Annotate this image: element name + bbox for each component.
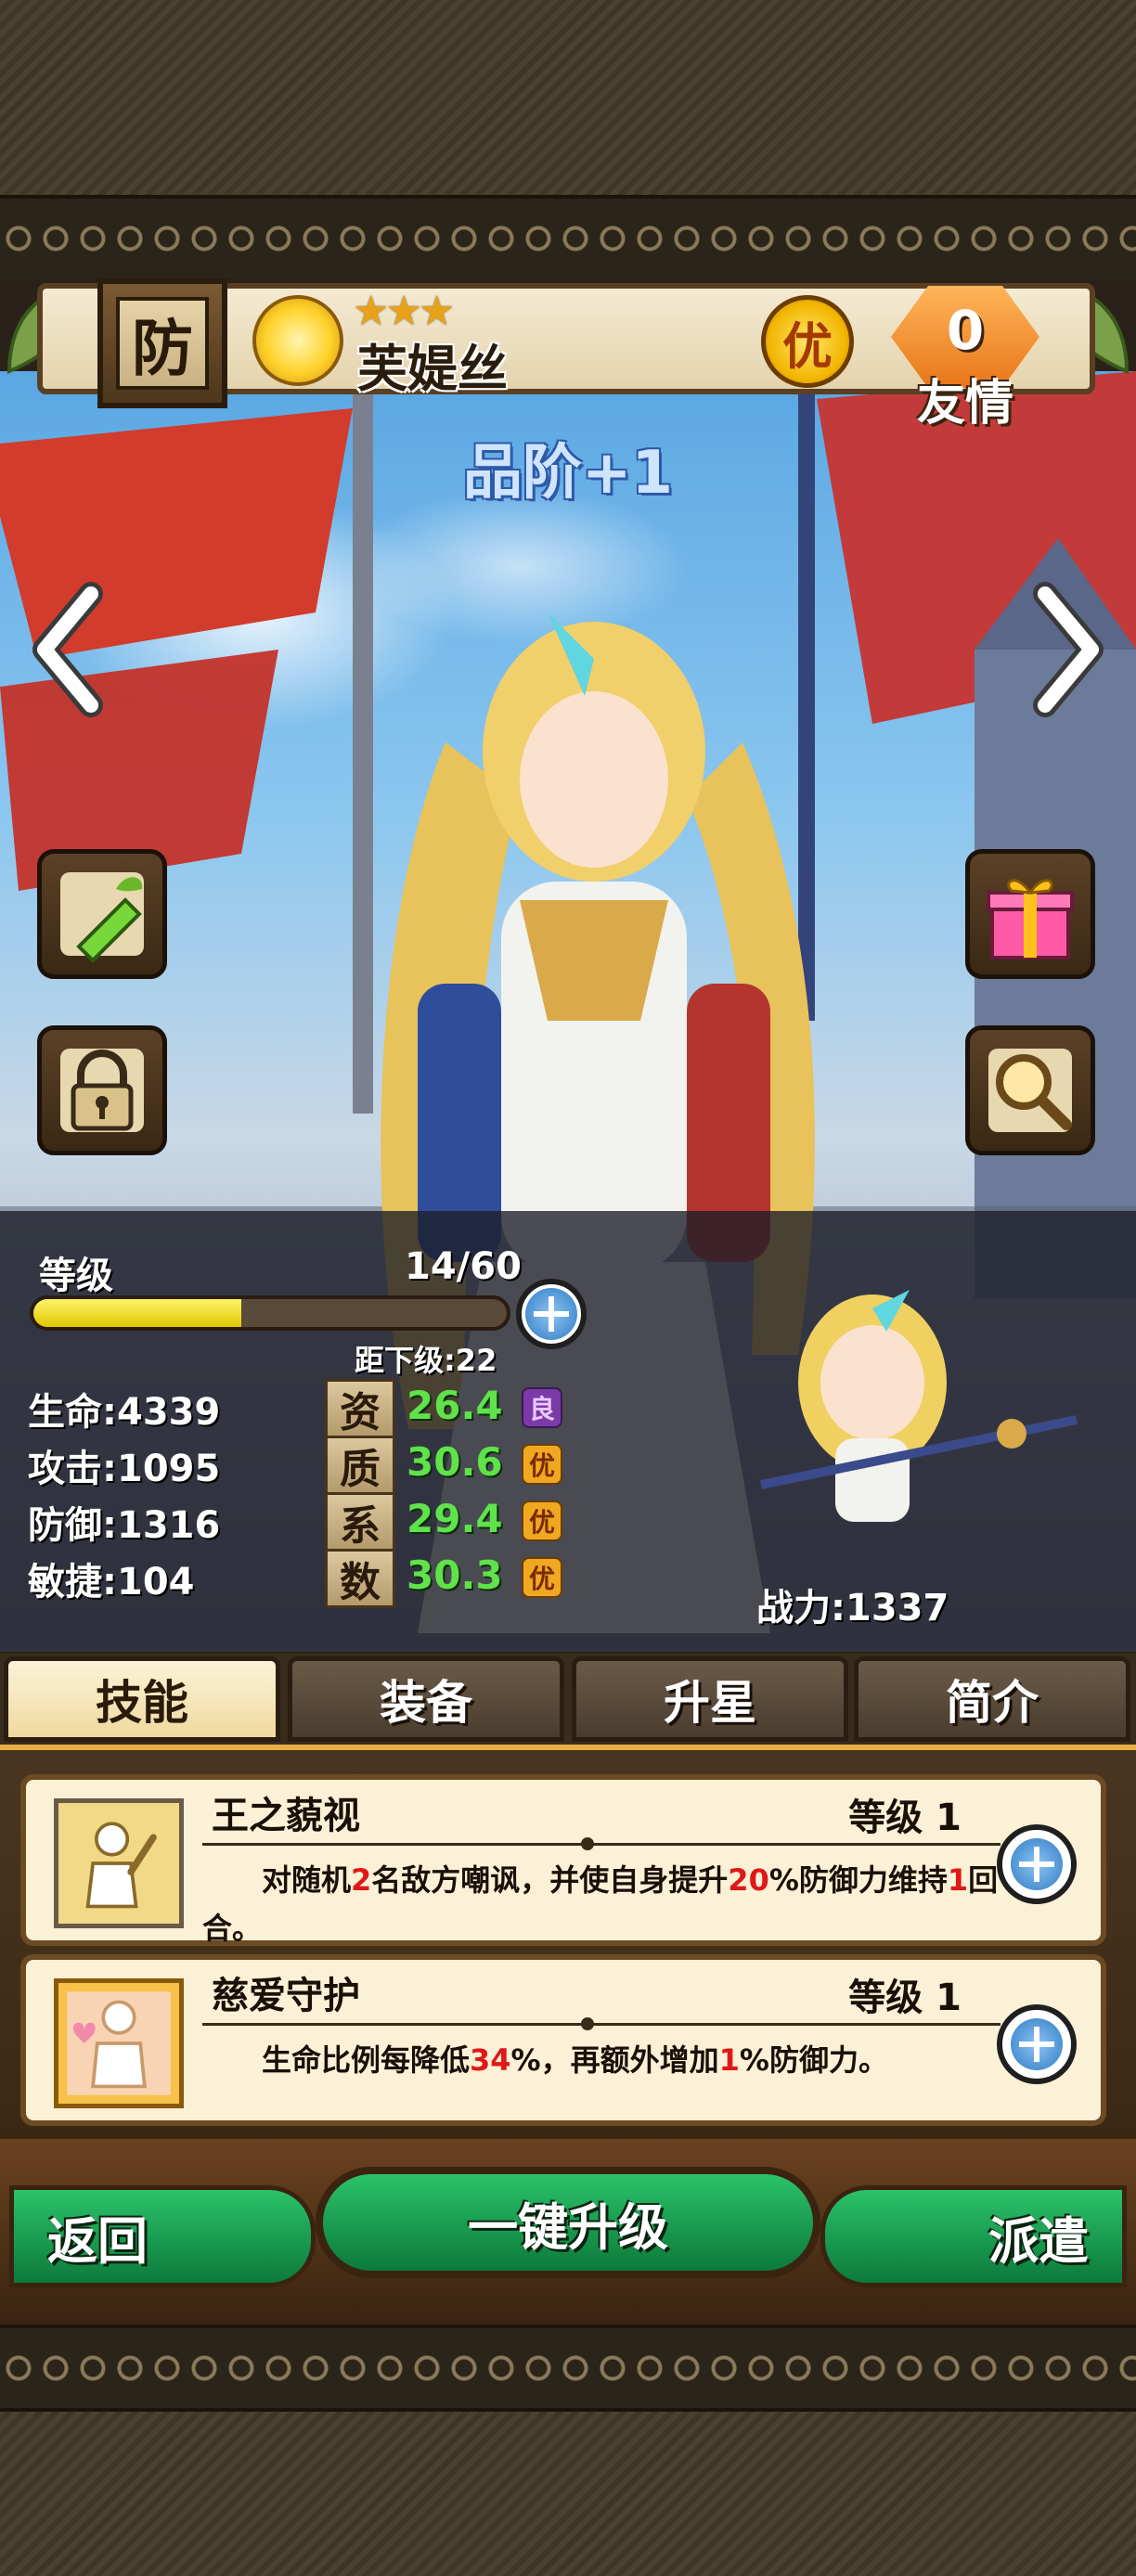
friendship-count: 0 <box>946 299 985 362</box>
stat-hp: 生命:4339 <box>28 1391 221 1434</box>
level-progress-fill <box>33 1299 242 1327</box>
lock-button[interactable] <box>37 1025 167 1155</box>
plus-icon <box>1011 1838 1063 1890</box>
aptitude-char: 质 <box>325 1436 395 1495</box>
combat-power: 战力:1337 <box>756 1587 949 1629</box>
skill-desc-number: 1 <box>718 2042 740 2078</box>
skill-card: 王之藐视 等级 1 对随机2名敌方嘲讽，并使自身提升20%防御力维持1回合。 <box>20 1774 1106 1946</box>
aptitude-grade-badge: 优 <box>522 1557 562 1598</box>
skill-desc-number: 20 <box>728 1862 769 1898</box>
plus-icon <box>525 1288 577 1340</box>
level-label: 等级 <box>39 1255 113 1297</box>
dispatch-button[interactable]: 派遣 <box>820 2185 1127 2287</box>
skill-card: 慈爱守护 等级 1 生命比例每降低34%，再额外增加1%防御力。 <box>20 1954 1106 2126</box>
level-value: 14/60 <box>405 1245 522 1288</box>
stat-defense: 防御:1316 <box>28 1504 221 1547</box>
chevron-right-icon[interactable] <box>1026 580 1110 719</box>
skill-desc-number: 2 <box>351 1862 372 1898</box>
aptitude-value: 29.4 <box>407 1496 503 1541</box>
aptitude-value: 26.4 <box>407 1383 503 1428</box>
friendship-label: 友情 <box>916 376 1013 431</box>
skill-desc-number: 34 <box>470 2042 511 2078</box>
quality-badge: 优 <box>761 295 854 388</box>
magnifier-icon <box>988 1049 1072 1132</box>
back-button[interactable]: 返回 <box>9 2185 316 2287</box>
skill-desc-number: 1 <box>947 1862 969 1898</box>
upgrade-all-button[interactable]: 一键升级 <box>316 2167 820 2278</box>
skill-divider <box>202 1837 1000 1850</box>
plus-icon <box>1011 2018 1063 2070</box>
level-progress-bar <box>30 1295 510 1331</box>
tab-skills[interactable]: 技能 <box>4 1656 280 1742</box>
chibi-hero-sprite <box>759 1290 1078 1522</box>
stat-agility: 敏捷:104 <box>28 1561 195 1604</box>
aptitude-char: 系 <box>325 1492 395 1552</box>
aptitude-char: 资 <box>325 1379 395 1438</box>
level-up-button[interactable] <box>516 1279 587 1349</box>
tab-intro[interactable]: 简介 <box>854 1656 1130 1742</box>
rank-indicator: 品阶+1 <box>462 439 674 508</box>
lock-icon <box>60 1049 144 1132</box>
aptitude-char: 数 <box>325 1549 395 1608</box>
skill-divider <box>202 2017 1000 2030</box>
exp-to-next-level: 距下级:22 <box>355 1343 497 1378</box>
top-ornament-band <box>0 195 1136 282</box>
bottom-ornament-band <box>0 2325 1136 2412</box>
skill-name: 慈爱守护 <box>212 1975 360 2017</box>
skill-desc-text: 对随机 <box>262 1862 352 1898</box>
potion-icon <box>60 872 144 963</box>
aptitude-grade-badge: 良 <box>522 1387 562 1428</box>
aptitude-grade-badge: 优 <box>522 1444 562 1485</box>
skill-desc-text: 生命比例每降低 <box>262 2042 471 2078</box>
gift-button[interactable] <box>965 849 1095 979</box>
chevron-left-icon[interactable] <box>26 580 110 719</box>
friendship-badge[interactable]: 0 友情 <box>882 278 1049 431</box>
skill-level: 等级 1 <box>848 1797 962 1839</box>
aptitude-value: 30.3 <box>407 1552 503 1598</box>
skill-guardian-icon <box>54 1978 184 2108</box>
sun-emblem-icon <box>252 295 343 386</box>
skill-desc-text: %防御力。 <box>739 2042 888 2078</box>
class-badge: 防 <box>97 278 227 408</box>
stat-attack: 攻击:1095 <box>28 1448 221 1490</box>
gift-icon <box>987 879 1074 960</box>
skill-upgrade-button[interactable] <box>997 1824 1077 1904</box>
skill-desc-text: 名敌方嘲讽，并使自身提升 <box>371 1862 729 1898</box>
skill-description: 生命比例每降低34%，再额外增加1%防御力。 <box>202 2036 1000 2084</box>
hero-name: 芙媞丝 <box>357 340 508 398</box>
skill-level: 等级 1 <box>848 1977 962 2019</box>
skill-desc-text: %，再额外增加 <box>510 2042 719 2078</box>
skill-taunt-icon <box>54 1798 184 1928</box>
skill-desc-text: %防御力维持 <box>768 1862 948 1898</box>
skill-description: 对随机2名敌方嘲讽，并使自身提升20%防御力维持1回合。 <box>202 1856 1000 1952</box>
skill-upgrade-button[interactable] <box>997 2004 1077 2084</box>
aptitude-grade-badge: 优 <box>522 1501 562 1541</box>
class-badge-text: 防 <box>116 297 209 390</box>
tab-equipment[interactable]: 装备 <box>288 1656 564 1742</box>
magnifier-button[interactable] <box>965 1025 1095 1155</box>
skill-name: 王之藐视 <box>212 1795 360 1837</box>
aptitude-value: 30.6 <box>407 1439 503 1485</box>
tab-star-up[interactable]: 升星 <box>572 1656 848 1742</box>
potion-button[interactable] <box>37 849 167 979</box>
